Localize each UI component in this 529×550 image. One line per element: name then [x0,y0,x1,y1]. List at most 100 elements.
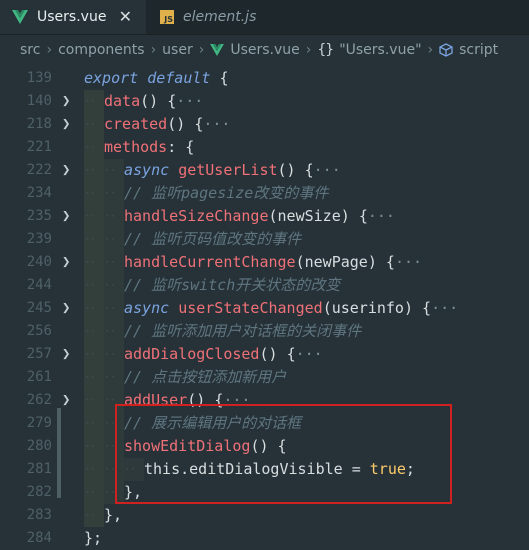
code-token: async [124,299,179,317]
line-number: 140 [26,93,52,109]
code-text: export default { [84,67,229,90]
code-line[interactable]: 240 ❯ ·· ·· handleCurrentChange(newPage) {··… [0,251,529,274]
breadcrumb-item-module[interactable]: "Users.vue" [339,42,421,58]
code-line[interactable]: 256 ·· ·· // 监听添加用户对话框的关闭事件 [0,320,529,343]
line-number: 221 [26,139,52,155]
whitespace-dots: ·· [84,234,97,245]
code-token: ··· [313,161,341,179]
code-text: handleSizeChange(newSize) {··· [124,205,395,228]
code-line[interactable]: 139 export default { [0,67,529,90]
fold-chevron-icon[interactable]: ❯ [62,343,76,366]
breadcrumb-item-components[interactable]: components [58,42,145,58]
whitespace-dots: ·· [84,280,97,291]
whitespace-dots: ·· [104,211,117,222]
tab-label: element.js [183,9,257,25]
code-line[interactable]: 283 ··}, [0,504,529,527]
code-token: ··· [394,253,423,271]
breadcrumb-item-script[interactable]: script [459,42,498,58]
code-token: { [167,92,177,110]
code-token: ··· [431,299,459,317]
line-number: 234 [26,185,52,201]
whitespace-dots: ·· [84,395,97,406]
whitespace-dots: ·· [104,257,117,268]
line-number: 261 [26,369,52,385]
vue-icon [12,10,28,24]
code-line[interactable]: 239 ·· ·· // 监听页码值改变的事件 [0,228,529,251]
line-number: 256 [26,323,52,339]
tab-label: Users.vue [37,9,107,25]
code-token: // 监听页码值改变的事件 [124,230,302,248]
code-line[interactable]: 235 ❯ ·· ·· handleSizeChange(newSize) {··· [0,205,529,228]
whitespace-dots: ·· [84,464,97,475]
tab-bar: Users.vue ✕ JS element.js [0,0,529,35]
vue-icon [210,44,225,56]
code-token: { [304,161,314,179]
code-text: async userStateChanged(userinfo) {··· [124,297,458,320]
line-number: 139 [26,70,52,86]
code-text: addDialogClosed() {··· [124,343,323,366]
code-text: handleCurrentChange(newPage) {··· [124,251,422,274]
code-line[interactable]: 140 ❯ ·· data() {··· [0,90,529,113]
chevron-right-icon: › [198,42,205,58]
fold-chevron-icon[interactable]: ❯ [62,389,76,412]
whitespace-dots: ·· [104,280,117,291]
line-number: 218 [26,116,52,132]
whitespace-dots: ·· [104,326,117,337]
whitespace-dots: ·· [84,349,97,360]
whitespace-dots: ·· [84,96,97,107]
code-line[interactable]: 221 ·· methods: { [0,136,529,159]
code-token: (newSize) [268,207,359,225]
code-token: { [422,299,432,317]
code-line[interactable]: 222 ❯ ·· ·· async getUserList() {··· [0,159,529,182]
line-number: 284 [26,530,52,546]
code-text: async getUserList() {··· [124,159,341,182]
code-token: handleSizeChange [124,207,269,225]
fold-chevron-icon[interactable]: ❯ [62,113,76,136]
line-number: 281 [26,461,52,477]
code-token: { [385,253,395,271]
code-token: () [277,161,305,179]
code-line[interactable]: 218 ❯ ·· created() {··· [0,113,529,136]
code-line[interactable]: 245 ❯ ·· ·· async userStateChanged(userinfo)… [0,297,529,320]
code-token: : { [167,138,195,156]
fold-chevron-icon[interactable]: ❯ [62,251,76,274]
code-text: created() {··· [104,113,230,136]
tab-element-js[interactable]: JS element.js [150,0,256,34]
code-line[interactable]: 244 ·· ·· // 监听switch开关状态的改变 [0,274,529,297]
line-number: 279 [26,415,52,431]
code-text: // 监听页码值改变的事件 [124,228,301,251]
fold-chevron-icon[interactable]: ❯ [62,297,76,320]
code-token: () [140,92,168,110]
close-icon[interactable]: ✕ [119,7,132,26]
breadcrumb-item-file[interactable]: Users.vue [230,42,299,58]
whitespace-dots: ·· [84,257,97,268]
whitespace-dots: ·· [84,418,97,429]
breadcrumb-item-user[interactable]: user [162,42,193,58]
code-token: addDialogClosed [124,345,260,363]
code-token: { [286,345,296,363]
line-number: 262 [26,392,52,408]
whitespace-dots: ·· [84,441,97,452]
code-line[interactable]: 284}; [0,527,529,550]
line-number: 240 [26,254,52,270]
line-number: 283 [26,507,52,523]
line-number: 235 [26,208,52,224]
whitespace-dots: ·· [84,326,97,337]
code-line[interactable]: 257 ❯ ·· ·· addDialogClosed() {··· [0,343,529,366]
code-token: // 监听switch开关状态的改变 [124,276,341,294]
tab-users-vue[interactable]: Users.vue ✕ [0,0,146,34]
breadcrumb-item-src[interactable]: src [20,42,40,58]
fold-chevron-icon[interactable]: ❯ [62,90,76,113]
fold-chevron-icon[interactable]: ❯ [62,159,76,182]
breadcrumb: src › components › user › Users.vue › {}… [0,35,529,65]
whitespace-dots: ·· [84,119,97,130]
code-line[interactable]: 261 ·· ·· // 点击按钮添加新用户 [0,366,529,389]
code-token: ··· [176,92,204,110]
code-token: userStateChanged [178,299,323,317]
fold-chevron-icon[interactable]: ❯ [62,205,76,228]
code-token: getUserList [178,161,278,179]
cube-icon [439,43,453,57]
whitespace-dots: ·· [84,211,97,222]
code-line[interactable]: 234 ·· ·· // 监听pagesize改变的事件 [0,182,529,205]
code-token: methods [104,138,168,156]
